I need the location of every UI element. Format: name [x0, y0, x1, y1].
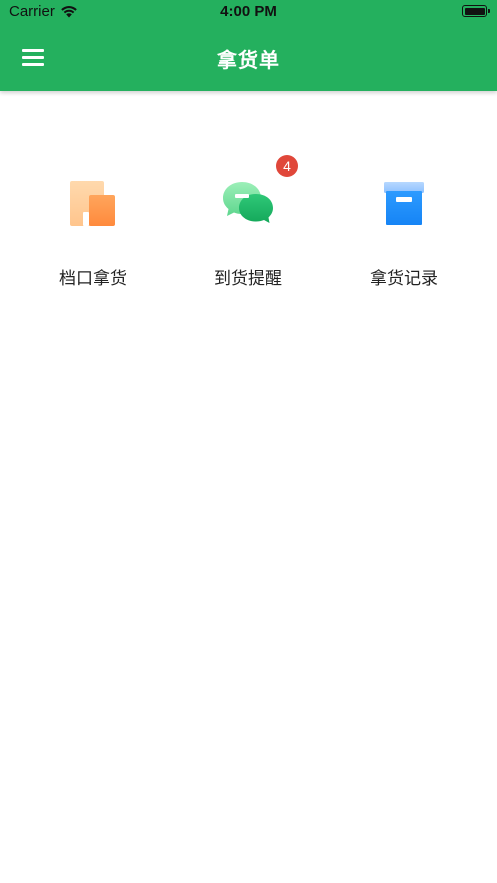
status-bar: Carrier 4:00 PM	[0, 0, 497, 26]
app-bar: Carrier 4:00 PM 拿货单	[0, 0, 497, 91]
page-title: 拿货单	[217, 48, 280, 72]
battery-icon	[462, 5, 490, 17]
grid-item-arrival-reminder[interactable]: 4 到货提醒	[178, 155, 318, 300]
chat-bubbles-icon	[223, 182, 273, 223]
grid-item-pickup-record[interactable]: 拿货记录	[334, 160, 474, 300]
archive-box-icon	[384, 182, 424, 225]
screen: Carrier 4:00 PM 拿货单 档口拿货 4 到货提醒 拿货记录	[0, 0, 497, 883]
clock-time: 4:00 PM	[220, 3, 277, 20]
grid-item-stall-pickup[interactable]: 档口拿货	[23, 160, 163, 300]
unread-count-badge: 4	[276, 155, 298, 177]
store-icon	[70, 181, 115, 226]
grid-item-label: 到货提醒	[214, 269, 282, 289]
feature-grid: 档口拿货 4 到货提醒 拿货记录	[0, 155, 497, 300]
grid-item-label: 拿货记录	[370, 269, 438, 289]
grid-item-label: 档口拿货	[59, 269, 127, 289]
